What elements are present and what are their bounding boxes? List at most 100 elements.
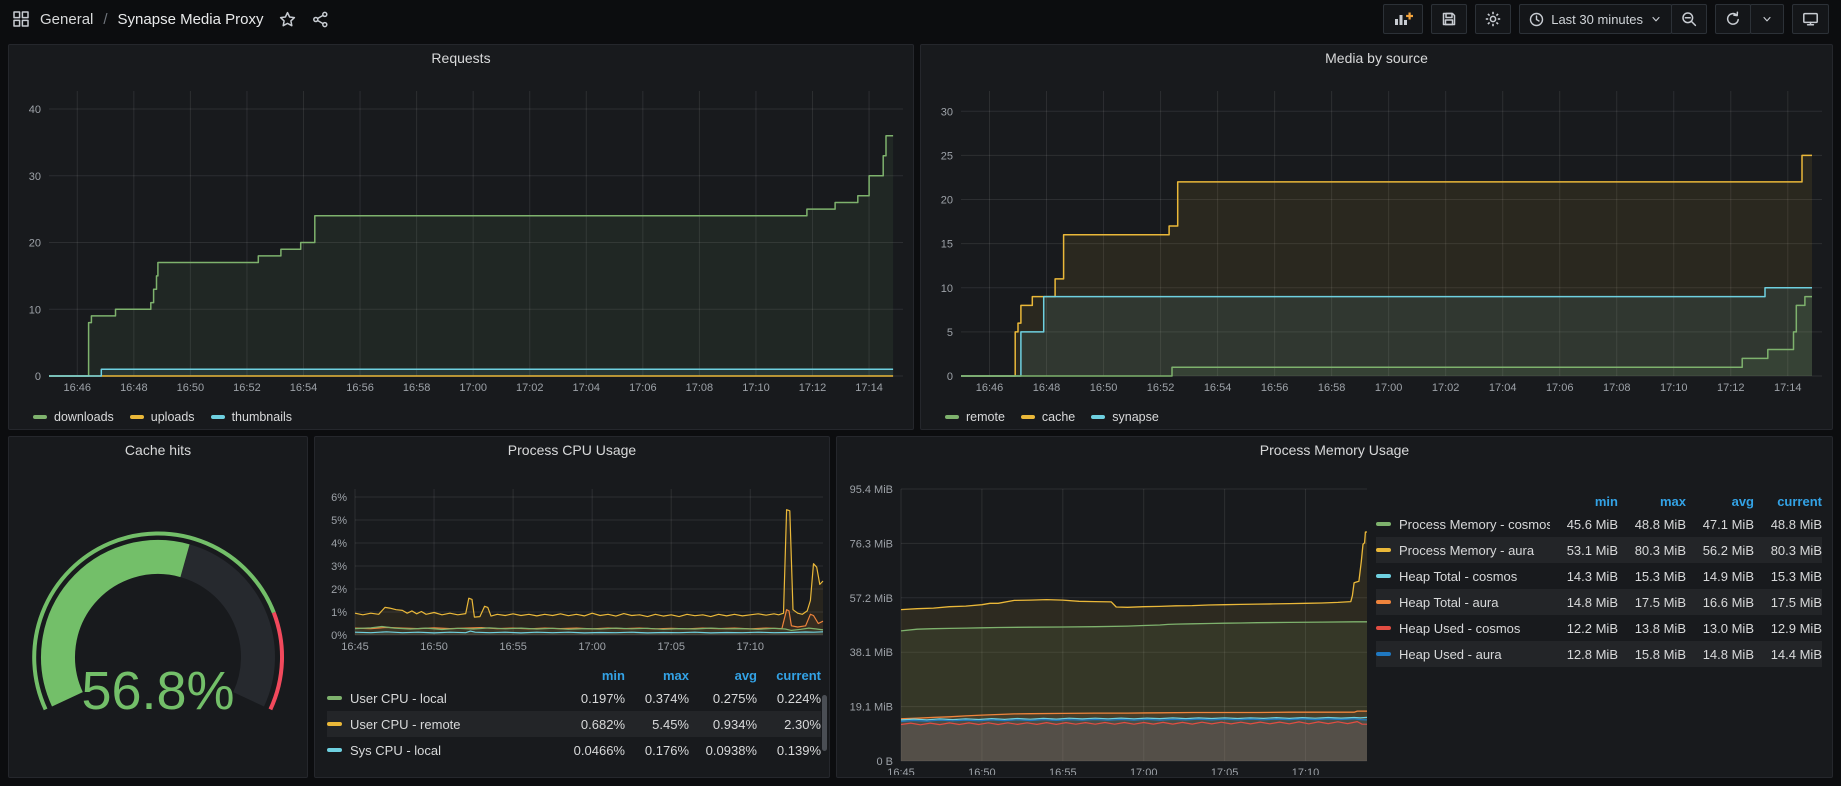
save-dashboard-button[interactable] <box>1431 4 1467 34</box>
dashboard-title[interactable]: Synapse Media Proxy <box>118 11 264 28</box>
legend-row[interactable]: Process Memory - cosmos45.6 MiB48.8 MiB4… <box>1376 511 1822 537</box>
stat-avg: 14.9 MiB <box>1686 569 1754 584</box>
stat-current: 15.3 MiB <box>1754 569 1822 584</box>
x-tick-label: 17:06 <box>1546 382 1574 394</box>
legend-column-max[interactable]: max <box>625 668 689 683</box>
zoom-out-time-button[interactable] <box>1671 4 1707 34</box>
legend-row[interactable]: User CPU - remote0.682%5.45%0.934%2.30% <box>327 711 821 737</box>
x-tick-label: 16:56 <box>346 382 374 394</box>
legend-scrollbar[interactable] <box>822 695 827 751</box>
refresh-button[interactable] <box>1715 4 1751 34</box>
x-tick-label: 17:05 <box>1211 767 1239 775</box>
y-tick-label: 95.4 MiB <box>850 484 893 496</box>
legend-row[interactable]: Heap Total - cosmos14.3 MiB15.3 MiB14.9 … <box>1376 563 1822 589</box>
share-button[interactable] <box>312 11 329 28</box>
time-range-label: Last 30 minutes <box>1551 12 1643 27</box>
time-range-picker[interactable]: Last 30 minutes <box>1519 4 1672 34</box>
time-controls: Last 30 minutes <box>1519 4 1707 34</box>
y-tick-label: 6% <box>331 492 347 504</box>
x-tick-label: 16:54 <box>1204 382 1232 394</box>
media-by-source-chart[interactable]: 05101520253016:4616:4816:5016:5216:5416:… <box>921 73 1832 403</box>
stat-min: 53.1 MiB <box>1550 543 1618 558</box>
legend-item-downloads[interactable]: downloads <box>33 410 114 424</box>
process-cpu-chart[interactable]: 0%1%2%3%4%5%6%16:4516:5016:5517:0017:051… <box>315 465 829 655</box>
panel-title-media-by-source[interactable]: Media by source <box>921 45 1832 73</box>
series-name: User CPU - remote <box>350 717 461 732</box>
stat-current: 0.139% <box>757 743 821 758</box>
add-panel-button[interactable] <box>1383 4 1423 34</box>
x-tick-label: 16:50 <box>1090 382 1118 394</box>
requests-chart[interactable]: 01020304016:4616:4816:5016:5216:5416:561… <box>9 73 913 403</box>
refresh-interval-dropdown[interactable] <box>1750 4 1784 34</box>
series-line-user-cpu-remote <box>355 510 823 617</box>
panel-title-process-cpu[interactable]: Process CPU Usage <box>315 437 829 465</box>
stat-max: 80.3 MiB <box>1618 543 1686 558</box>
legend-item-uploads[interactable]: uploads <box>130 410 195 424</box>
x-tick-label: 17:12 <box>799 382 827 394</box>
x-tick-label: 17:00 <box>1130 767 1158 775</box>
cycle-view-mode-button[interactable] <box>1792 4 1829 34</box>
x-tick-label: 16:52 <box>1147 382 1175 394</box>
gauge-value-text: 56.8% <box>81 661 234 721</box>
stat-min: 12.2 MiB <box>1550 621 1618 636</box>
x-tick-label: 16:48 <box>120 382 148 394</box>
dashboard-settings-button[interactable] <box>1475 4 1511 34</box>
x-tick-label: 16:55 <box>499 641 527 653</box>
legend-column-current[interactable]: current <box>757 668 821 683</box>
breadcrumb-folder[interactable]: General <box>40 11 93 28</box>
legend-item-label: remote <box>966 410 1005 424</box>
series-color-swatch <box>1376 600 1391 604</box>
x-tick-label: 16:58 <box>1318 382 1346 394</box>
stat-max: 0.374% <box>625 691 689 706</box>
legend-column-max[interactable]: max <box>1618 494 1686 509</box>
legend-column-avg[interactable]: avg <box>689 668 757 683</box>
x-tick-label: 17:04 <box>573 382 601 394</box>
series-color-swatch <box>327 722 342 726</box>
legend-row[interactable]: Sys CPU - local0.0466%0.176%0.0938%0.139… <box>327 737 821 763</box>
y-tick-label: 10 <box>941 283 953 295</box>
legend-row[interactable]: Heap Used - cosmos12.2 MiB13.8 MiB13.0 M… <box>1376 615 1822 641</box>
legend-row[interactable]: Heap Used - aura12.8 MiB15.8 MiB14.8 MiB… <box>1376 641 1822 667</box>
series-color-swatch <box>945 415 959 419</box>
legend-row[interactable]: User CPU - local0.197%0.374%0.275%0.224% <box>327 685 821 711</box>
stat-current: 12.9 MiB <box>1754 621 1822 636</box>
legend-table-header: minmaxavgcurrent <box>327 665 821 685</box>
y-tick-label: 5% <box>331 515 347 527</box>
y-tick-label: 3% <box>331 561 347 573</box>
stat-max: 48.8 MiB <box>1618 517 1686 532</box>
legend-column-min[interactable]: min <box>1550 494 1618 509</box>
y-tick-label: 30 <box>941 106 953 118</box>
stat-current: 14.4 MiB <box>1754 647 1822 662</box>
legend-item-thumbnails[interactable]: thumbnails <box>211 410 292 424</box>
stat-current: 80.3 MiB <box>1754 543 1822 558</box>
stat-current: 17.5 MiB <box>1754 595 1822 610</box>
legend-row[interactable]: Process Memory - aura53.1 MiB80.3 MiB56.… <box>1376 537 1822 563</box>
x-tick-label: 17:10 <box>737 641 765 653</box>
legend-item-synapse[interactable]: synapse <box>1091 410 1159 424</box>
panel-title-process-memory[interactable]: Process Memory Usage <box>837 437 1832 465</box>
legend-column-current[interactable]: current <box>1754 494 1822 509</box>
legend-item-label: uploads <box>151 410 195 424</box>
x-tick-label: 16:58 <box>403 382 431 394</box>
stat-avg: 0.934% <box>689 717 757 732</box>
panel-title-requests[interactable]: Requests <box>9 45 913 73</box>
star-icon <box>279 11 296 28</box>
x-tick-label: 16:54 <box>290 382 318 394</box>
series-color-swatch <box>1376 626 1391 630</box>
stat-avg: 47.1 MiB <box>1686 517 1754 532</box>
series-color-swatch <box>1091 415 1105 419</box>
legend-item-cache[interactable]: cache <box>1021 410 1075 424</box>
x-tick-label: 16:50 <box>177 382 205 394</box>
series-name: Process Memory - aura <box>1399 543 1534 558</box>
series-name: User CPU - local <box>350 691 447 706</box>
process-memory-chart[interactable]: 0 B19.1 MiB38.1 MiB57.2 MiB76.3 MiB95.4 … <box>837 465 1375 775</box>
legend-column-min[interactable]: min <box>553 668 625 683</box>
legend-row[interactable]: Heap Total - aura14.8 MiB17.5 MiB16.6 Mi… <box>1376 589 1822 615</box>
legend-item-remote[interactable]: remote <box>945 410 1005 424</box>
legend-column-avg[interactable]: avg <box>1686 494 1754 509</box>
series-color-swatch <box>33 415 47 419</box>
series-name: Heap Used - cosmos <box>1399 621 1520 636</box>
y-tick-label: 15 <box>941 239 953 251</box>
stat-min: 12.8 MiB <box>1550 647 1618 662</box>
favorite-button[interactable] <box>279 11 296 28</box>
